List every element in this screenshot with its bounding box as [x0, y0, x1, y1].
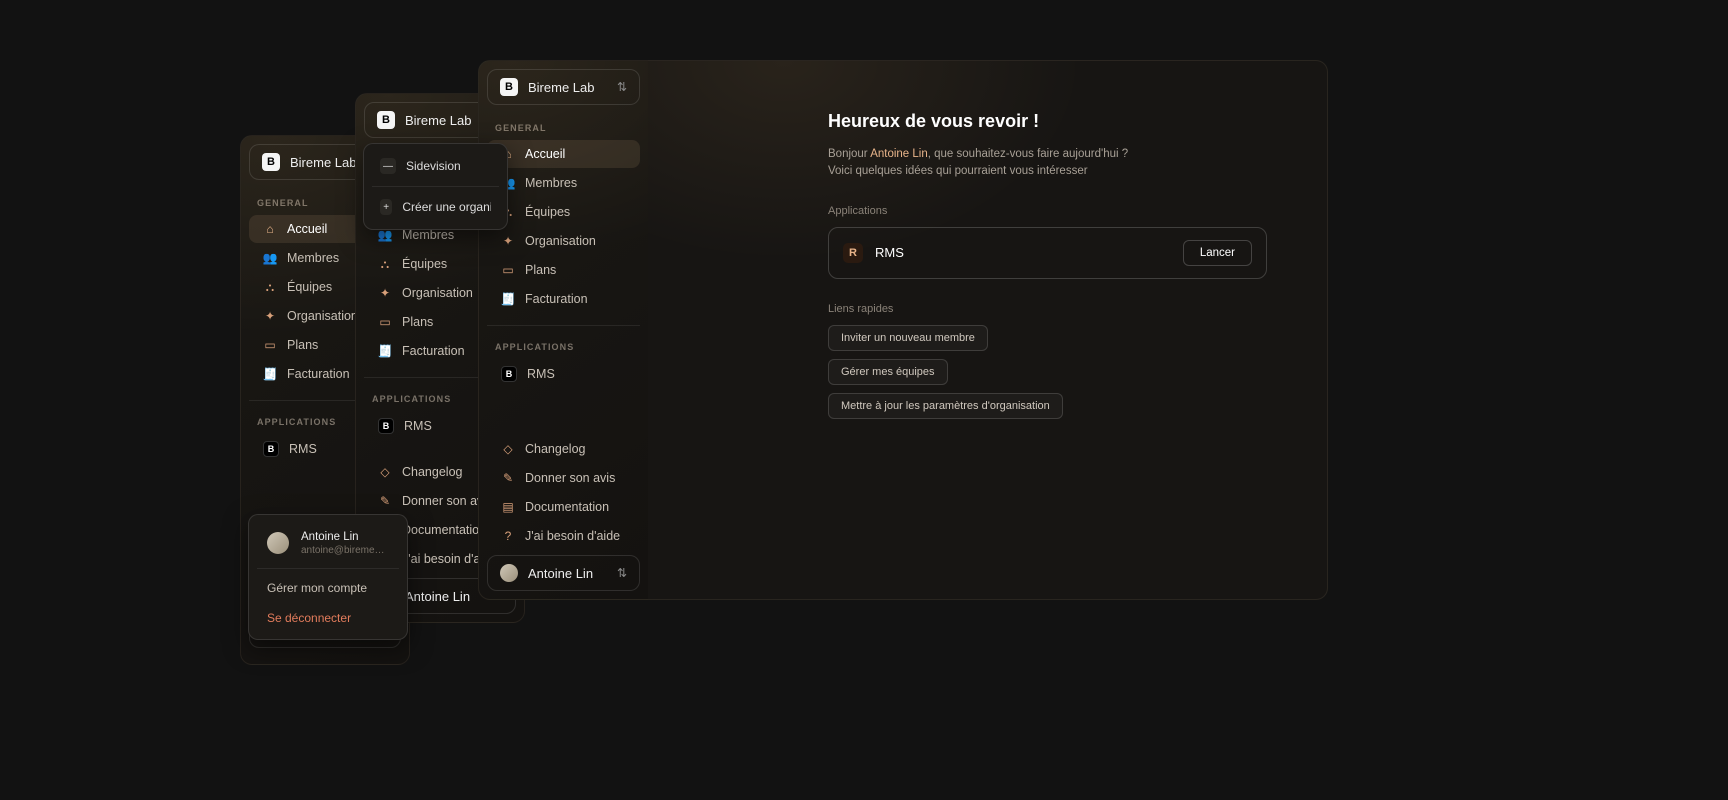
- nav-feedback[interactable]: ✎Donner son avis: [487, 464, 640, 492]
- bulb-icon: ✎: [501, 471, 515, 485]
- team-icon: ⛬: [263, 280, 277, 294]
- org-icon: B: [377, 111, 395, 129]
- org-option-icon: —: [380, 158, 396, 174]
- org-name: Bireme Lab: [528, 80, 607, 95]
- users-icon: 👥: [263, 251, 277, 265]
- launch-button[interactable]: Lancer: [1183, 240, 1252, 266]
- nav-documentation[interactable]: ▤Documentation: [487, 493, 640, 521]
- nav-help[interactable]: ?J'ai besoin d'aide: [487, 522, 640, 550]
- user-name: Antoine Lin: [528, 566, 607, 581]
- chevron-updown-icon: ⇅: [617, 566, 627, 580]
- quicklink-invite[interactable]: Inviter un nouveau membre: [828, 325, 988, 351]
- org-option-sidevision[interactable]: — Sidevision: [370, 150, 501, 182]
- org-switcher-popover: — Sidevision + Créer une organisa…: [363, 143, 508, 230]
- users-icon: 👥: [378, 228, 392, 242]
- chevron-updown-icon: ⇅: [617, 80, 627, 94]
- org-icon: B: [500, 78, 518, 96]
- user-name: Antoine Lin: [405, 589, 483, 604]
- nav-membres[interactable]: 👥Membres: [487, 169, 640, 197]
- quicklink-teams[interactable]: Gérer mes équipes: [828, 359, 948, 385]
- nav-accueil[interactable]: ⌂Accueil: [487, 140, 640, 168]
- divider: [257, 568, 399, 569]
- nav-label: Facturation: [287, 367, 350, 381]
- org-icon: B: [262, 153, 280, 171]
- user-menu-logout[interactable]: Se déconnecter: [255, 603, 401, 633]
- app-rms-icon: B: [501, 366, 517, 382]
- org-icon-nav: ✦: [378, 286, 392, 300]
- app-rms-icon: B: [263, 441, 279, 457]
- nav-equipes[interactable]: ⛬Équipes: [487, 198, 640, 226]
- nav-label: Membres: [287, 251, 339, 265]
- user-menu-popover: Antoine Lin antoine@bireme… Gérer mon co…: [248, 514, 408, 640]
- page-title: Heureux de vous revoir !: [828, 111, 1267, 132]
- divider: [487, 325, 640, 326]
- sidebar-primary: B Bireme Lab ⇅ GENERAL ⌂Accueil 👥Membres…: [478, 60, 648, 600]
- section-apps: APPLICATIONS: [479, 338, 648, 358]
- main-content: Heureux de vous revoir ! Bonjour Antoine…: [648, 60, 1328, 600]
- invoice-icon: 🧾: [378, 344, 392, 358]
- app-card-name: RMS: [875, 245, 1171, 260]
- tag-icon: ◇: [378, 465, 392, 479]
- home-icon: ⌂: [263, 222, 277, 236]
- greeting-username: Antoine Lin: [870, 148, 928, 160]
- divider: [372, 186, 499, 187]
- invoice-icon: 🧾: [263, 367, 277, 381]
- avatar: [267, 532, 289, 554]
- app-card-rms: R RMS Lancer: [828, 227, 1267, 279]
- help-icon: ?: [501, 529, 515, 543]
- nav-plans[interactable]: ▭Plans: [487, 256, 640, 284]
- card-icon: ▭: [378, 315, 392, 329]
- user-menu-header: Antoine Lin antoine@bireme…: [255, 521, 401, 564]
- user-menu-manage[interactable]: Gérer mon compte: [255, 573, 401, 603]
- nav-label: Organisation: [287, 309, 358, 323]
- avatar: [500, 564, 518, 582]
- org-create[interactable]: + Créer une organisa…: [370, 191, 501, 223]
- team-icon: ⛬: [378, 257, 392, 271]
- quicklinks-label: Liens rapides: [828, 303, 1267, 315]
- user-menu-email: antoine@bireme…: [301, 545, 385, 556]
- tag-icon: ◇: [501, 442, 515, 456]
- org-icon-nav: ✦: [501, 234, 515, 248]
- doc-icon: ▤: [501, 500, 515, 514]
- nav-label: Accueil: [287, 222, 327, 236]
- user-switcher[interactable]: Antoine Lin ⇅: [487, 555, 640, 591]
- section-general: GENERAL: [479, 119, 648, 139]
- org-name: Bireme Lab: [405, 113, 483, 128]
- quicklink-orgsettings[interactable]: Mettre à jour les paramètres d'organisat…: [828, 393, 1063, 419]
- nav-organisation[interactable]: ✦Organisation: [487, 227, 640, 255]
- user-menu-name: Antoine Lin: [301, 531, 359, 543]
- card-icon: ▭: [263, 338, 277, 352]
- org-switcher[interactable]: B Bireme Lab ⇅: [487, 69, 640, 105]
- bulb-icon: ✎: [378, 494, 392, 508]
- invoice-icon: 🧾: [501, 292, 515, 306]
- app-rms-icon: B: [378, 418, 394, 434]
- org-icon-nav: ✦: [263, 309, 277, 323]
- nav-label: RMS: [289, 442, 317, 456]
- greeting: Bonjour Antoine Lin, que souhaitez-vous …: [828, 146, 1267, 181]
- plus-icon: +: [380, 199, 392, 215]
- nav-label: Équipes: [287, 280, 332, 294]
- nav-changelog[interactable]: ◇Changelog: [487, 435, 640, 463]
- nav-app-rms[interactable]: BRMS: [487, 359, 640, 389]
- apps-label: Applications: [828, 205, 1267, 217]
- card-icon: ▭: [501, 263, 515, 277]
- nav-label: Plans: [287, 338, 318, 352]
- nav-facturation[interactable]: 🧾Facturation: [487, 285, 640, 313]
- app-card-icon: R: [843, 243, 863, 263]
